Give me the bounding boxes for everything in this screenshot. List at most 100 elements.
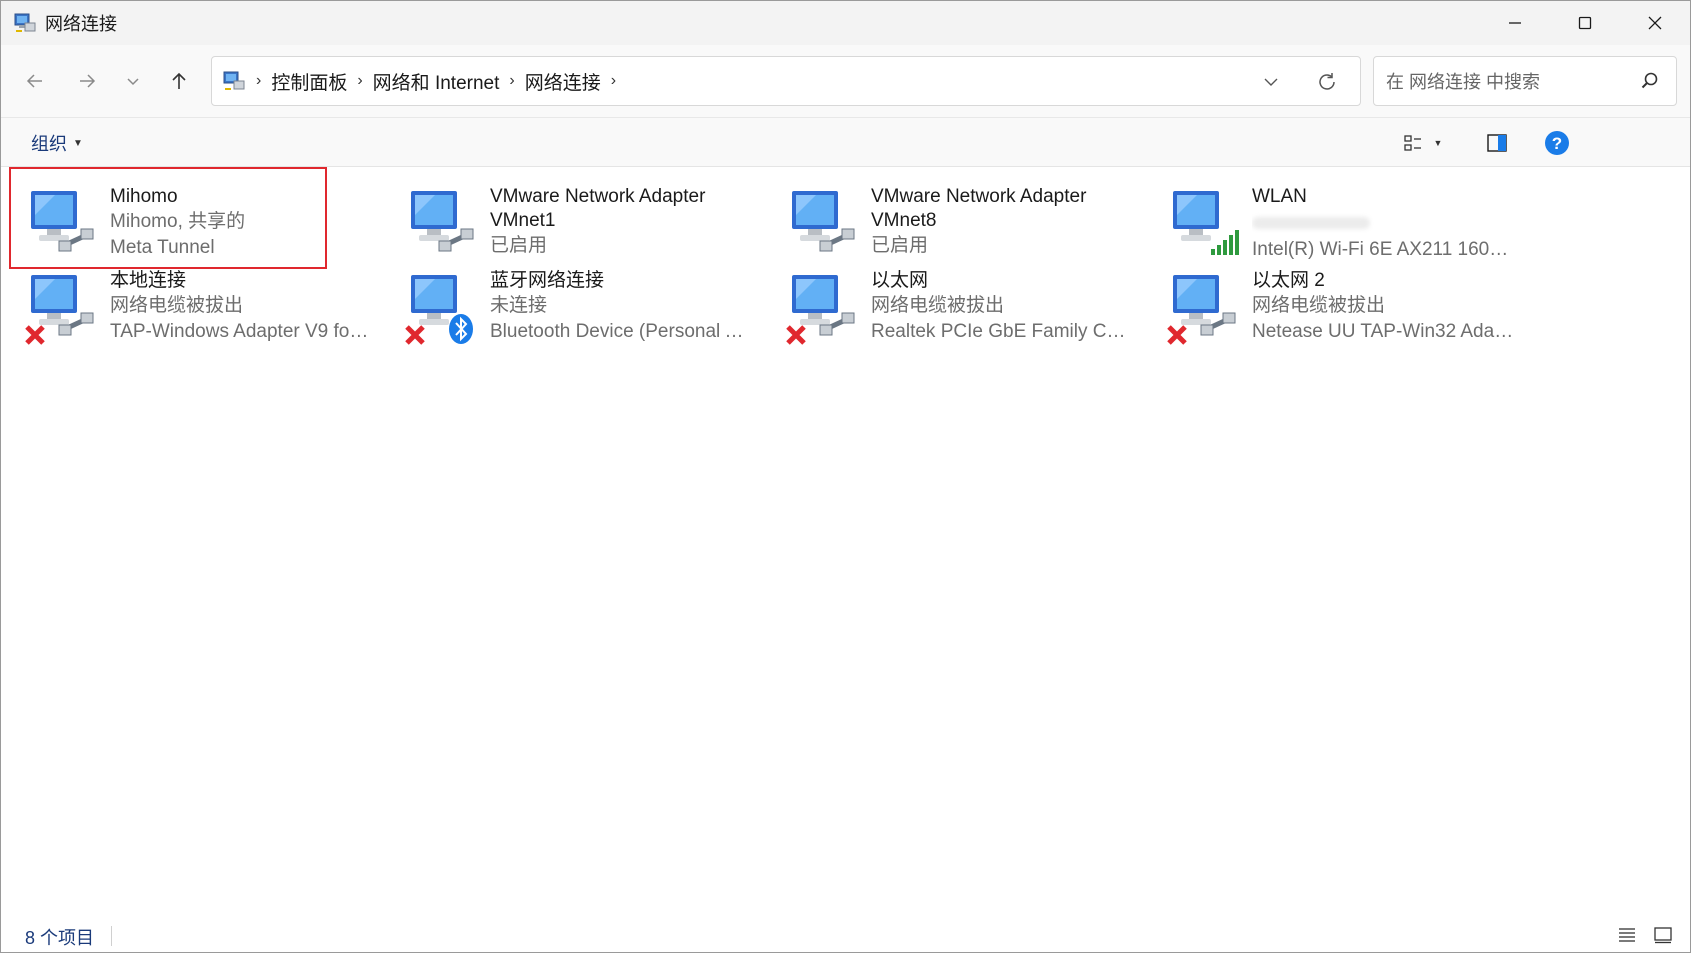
- connection-name: Mihomo: [110, 186, 178, 207]
- connection-name-line2: VMnet1: [490, 210, 556, 231]
- caret-down-icon: ▼: [1433, 138, 1443, 148]
- chevron-right-icon: ›: [256, 72, 262, 89]
- chevron-right-icon: ›: [509, 72, 515, 89]
- view-options-icon: [1404, 135, 1421, 151]
- address-bar[interactable]: › 控制面板 › 网络和 Internet › 网络连接 ›: [211, 56, 1361, 106]
- details-view-button[interactable]: [1614, 922, 1640, 948]
- refresh-icon: [1319, 73, 1335, 90]
- chevron-down-icon: [1264, 78, 1278, 86]
- large-icons-view-button[interactable]: [1650, 922, 1676, 948]
- maximize-button[interactable]: [1550, 1, 1620, 45]
- search-box[interactable]: [1373, 56, 1677, 106]
- bluetooth-adapter-disconnected-icon: [405, 275, 473, 345]
- connection-name: VMware Network Adapter: [490, 186, 706, 207]
- control-panel-icon: [223, 71, 245, 90]
- network-connections-icon: [14, 13, 36, 32]
- arrow-up-icon: [172, 72, 186, 89]
- svg-text:?: ?: [1552, 134, 1562, 153]
- status-divider: [111, 926, 112, 946]
- network-adapter-icon: [411, 191, 474, 252]
- network-adapter-disconnected-icon: [1167, 275, 1236, 345]
- title-bar: 网络连接: [1, 1, 1690, 45]
- minimize-icon: [1509, 22, 1521, 24]
- connection-text: 蓝牙网络连接 未连接 Bluetooth Device (Personal Ar…: [490, 269, 752, 345]
- connection-device: Bluetooth Device (Personal Are...: [490, 321, 752, 342]
- connection-device: Realtek PCIe GbE Family Contr...: [871, 321, 1133, 342]
- network-adapter-icon: [31, 191, 94, 252]
- connection-device: TAP-Windows Adapter V9 for ...: [110, 321, 372, 342]
- item-count: 8 个项目: [25, 928, 95, 948]
- connection-status: 已启用: [490, 235, 548, 256]
- command-bar: 组织 ▼ ▼ ?: [1, 118, 1690, 167]
- connection-text: WLAN Intel(R) Wi-Fi 6E AX211 160M...: [1252, 185, 1514, 263]
- search-input[interactable]: [1384, 67, 1628, 97]
- connection-device: Netease UU TAP-Win32 Adapt...: [1252, 321, 1514, 342]
- breadcrumb-network-connections[interactable]: 网络连接: [525, 68, 601, 95]
- connection-item-wlan[interactable]: WLAN Intel(R) Wi-Fi 6E AX211 160M...: [1143, 173, 1515, 261]
- close-button[interactable]: [1620, 1, 1690, 45]
- network-adapter-disconnected-icon: [25, 275, 94, 345]
- chevron-right-icon: ›: [610, 72, 617, 89]
- details-view-icon: [1619, 928, 1635, 942]
- organize-label: 组织: [31, 134, 67, 154]
- search-icon[interactable]: [1640, 71, 1660, 91]
- connection-status: 网络电缆被拔出: [110, 295, 244, 316]
- connection-name: 以太网 2: [1252, 270, 1325, 291]
- connection-item-vmnet1[interactable]: VMware Network Adapter VMnet1 已启用: [381, 173, 753, 261]
- connection-status: 已启用: [871, 235, 929, 256]
- connection-name: VMware Network Adapter: [871, 186, 1087, 207]
- minimize-button[interactable]: [1480, 1, 1550, 45]
- window-title: 网络连接: [45, 14, 117, 34]
- connection-name-line2: VMnet8: [871, 210, 937, 231]
- recent-locations-button[interactable]: [115, 63, 151, 99]
- network-adapter-disconnected-icon: [786, 275, 855, 345]
- breadcrumb-control-panel[interactable]: 控制面板: [271, 68, 347, 95]
- back-button[interactable]: [17, 63, 53, 99]
- connection-text: VMware Network Adapter VMnet1 已启用: [490, 185, 752, 259]
- connection-name: 蓝牙网络连接: [490, 270, 605, 291]
- status-bar: 8 个项目: [1, 916, 1690, 952]
- chevron-right-icon: ›: [357, 72, 363, 89]
- connection-status: Mihomo, 共享的: [110, 211, 246, 232]
- connection-item-ethernet-2[interactable]: 以太网 2 网络电缆被拔出 Netease UU TAP-Win32 Adapt…: [1143, 257, 1515, 345]
- connection-text: 以太网 2 网络电缆被拔出 Netease UU TAP-Win32 Adapt…: [1252, 269, 1514, 345]
- connection-text: VMware Network Adapter VMnet8 已启用: [871, 185, 1133, 259]
- connections-view: Mihomo Mihomo, 共享的 Meta Tunnel VMware Ne…: [1, 167, 1690, 916]
- redacted-network-name: [1252, 209, 1514, 237]
- window-controls: [1480, 1, 1690, 45]
- chevron-down-icon: [127, 78, 139, 86]
- change-view-button[interactable]: [1400, 130, 1426, 156]
- connection-name: WLAN: [1252, 186, 1307, 207]
- address-history-dropdown[interactable]: [1258, 69, 1284, 95]
- preview-pane-icon: [1487, 134, 1507, 152]
- connection-item-local[interactable]: 本地连接 网络电缆被拔出 TAP-Windows Adapter V9 for …: [1, 257, 373, 345]
- close-icon: [1648, 16, 1662, 30]
- wireless-adapter-icon: [1173, 191, 1239, 255]
- address-row: › 控制面板 › 网络和 Internet › 网络连接 ›: [1, 45, 1690, 118]
- connection-text: Mihomo Mihomo, 共享的 Meta Tunnel: [110, 185, 372, 261]
- connection-item-mihomo[interactable]: Mihomo Mihomo, 共享的 Meta Tunnel: [1, 167, 373, 269]
- command-bar-right: ▼ ?: [1390, 118, 1690, 166]
- arrow-right-icon: [80, 74, 96, 88]
- network-adapter-icon: [792, 191, 855, 252]
- connection-name: 以太网: [871, 270, 929, 291]
- refresh-button[interactable]: [1312, 67, 1342, 97]
- forward-button[interactable]: [69, 63, 105, 99]
- view-options-dropdown[interactable]: ▼: [1430, 130, 1446, 156]
- organize-menu-button[interactable]: 组织 ▼: [31, 130, 83, 156]
- caret-down-icon: ▼: [73, 137, 83, 149]
- connection-status: 网络电缆被拔出: [1252, 295, 1386, 316]
- help-button[interactable]: ?: [1544, 130, 1570, 156]
- breadcrumb-network-internet[interactable]: 网络和 Internet: [373, 68, 500, 95]
- connection-text: 以太网 网络电缆被拔出 Realtek PCIe GbE Family Cont…: [871, 269, 1133, 345]
- connection-item-bluetooth[interactable]: 蓝牙网络连接 未连接 Bluetooth Device (Personal Ar…: [381, 257, 753, 345]
- connection-text: 本地连接 网络电缆被拔出 TAP-Windows Adapter V9 for …: [110, 269, 372, 345]
- preview-pane-button[interactable]: [1484, 130, 1510, 156]
- connection-item-ethernet[interactable]: 以太网 网络电缆被拔出 Realtek PCIe GbE Family Cont…: [762, 257, 1134, 345]
- connection-status: 未连接: [490, 295, 548, 316]
- network-connections-window: 网络连接 › 控制面板 › 网络和 Internet › 网络连接 › 在 网络…: [0, 0, 1691, 953]
- tiles-view-icon: [1654, 927, 1672, 944]
- connection-item-vmnet8[interactable]: VMware Network Adapter VMnet8 已启用: [762, 173, 1134, 261]
- help-icon: ?: [1545, 131, 1569, 155]
- up-button[interactable]: [161, 63, 197, 99]
